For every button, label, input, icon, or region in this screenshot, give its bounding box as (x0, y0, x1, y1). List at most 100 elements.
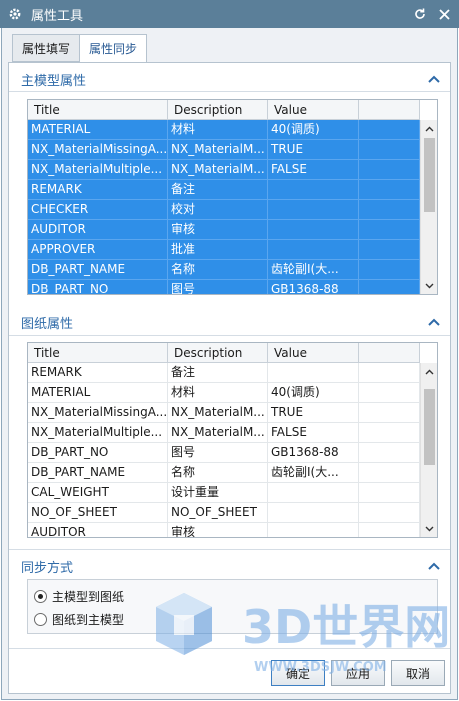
chevron-up-icon[interactable] (426, 71, 442, 87)
table-row[interactable]: AUDITOR 审核 (28, 220, 420, 240)
cell-value: TRUE (268, 140, 359, 159)
radio-button-unchecked[interactable] (34, 613, 47, 626)
cell-value: 齿轮副Ⅰ(大... (268, 463, 359, 482)
cell-title: DB_PART_NAME (28, 260, 168, 279)
cell-blank (359, 240, 420, 259)
drawing-section-header[interactable]: 图纸属性 (9, 309, 450, 335)
close-icon[interactable] (435, 5, 453, 23)
cell-value: 40(调质) (268, 120, 359, 139)
column-value[interactable]: Value (268, 343, 359, 363)
cell-description: 图号 (168, 280, 268, 294)
cell-value: GB1368-88 (268, 443, 359, 462)
apply-button[interactable]: 应用 (331, 660, 385, 686)
column-description[interactable]: Description (168, 343, 268, 363)
table-row[interactable]: MATERIAL 材料 40(调质) (28, 120, 420, 140)
cell-value (268, 483, 359, 502)
scroll-thumb[interactable] (424, 389, 435, 465)
cell-value (268, 523, 359, 537)
radio-button-checked[interactable] (34, 590, 47, 603)
cell-blank (359, 403, 420, 422)
table-row[interactable]: REMARK 备注 (28, 180, 420, 200)
reset-icon[interactable] (411, 5, 429, 23)
cell-blank (359, 503, 420, 522)
column-value[interactable]: Value (268, 100, 359, 120)
cell-description: 材料 (168, 120, 268, 139)
master-scrollbar[interactable] (420, 120, 437, 294)
cell-description: NX_MaterialM... (168, 423, 268, 442)
scroll-down-icon[interactable] (421, 520, 437, 537)
cell-title: AUDITOR (28, 523, 168, 537)
table-row[interactable]: CHECKER 校对 (28, 200, 420, 220)
cell-value: GB1368-88 (268, 280, 359, 294)
table-row[interactable]: DB_PART_NO 图号 GB1368-88 (28, 443, 420, 463)
cell-title: NX_MaterialMultiple... (28, 423, 168, 442)
table-row[interactable]: DB_PART_NO 图号 GB1368-88 (28, 280, 420, 294)
cell-blank (359, 523, 420, 537)
cell-blank (359, 280, 420, 294)
table-row[interactable]: NX_MaterialMissingA... NX_MaterialM... TRU… (28, 140, 420, 160)
column-blank (359, 100, 420, 120)
cell-title: DB_PART_NAME (28, 463, 168, 482)
table-row[interactable]: DB_PART_NAME 名称 齿轮副Ⅰ(大... (28, 260, 420, 280)
scroll-thumb[interactable] (424, 138, 435, 212)
cell-description: 审核 (168, 220, 268, 239)
cell-title: CAL_WEIGHT (28, 483, 168, 502)
sync-section-header[interactable]: 同步方式 (9, 553, 450, 579)
column-blank (359, 343, 420, 363)
cancel-button[interactable]: 取消 (391, 660, 445, 686)
cell-title: MATERIAL (28, 383, 168, 402)
drawing-section-title: 图纸属性 (21, 316, 74, 332)
radio-label: 图纸到主模型 (52, 613, 125, 627)
table-row[interactable]: DB_PART_NAME 名称 齿轮副Ⅰ(大... (28, 463, 420, 483)
title-bar: 属性工具 (0, 0, 459, 28)
cell-blank (359, 120, 420, 139)
cell-title: AUDITOR (28, 220, 168, 239)
table-row[interactable]: NX_MaterialMissingA... NX_MaterialM... TRU… (28, 403, 420, 423)
ok-button[interactable]: 确定 (271, 660, 325, 686)
drawing-scrollbar[interactable] (420, 363, 437, 537)
cell-value: 40(调质) (268, 383, 359, 402)
table-row[interactable]: REMARK 备注 (28, 363, 420, 383)
cell-value: TRUE (268, 403, 359, 422)
divider (9, 91, 450, 92)
column-title[interactable]: Title (28, 343, 168, 363)
cell-title: REMARK (28, 363, 168, 382)
chevron-up-icon[interactable] (426, 314, 442, 330)
cell-blank (359, 383, 420, 402)
scroll-up-icon[interactable] (421, 363, 437, 380)
radio-drawing-to-master[interactable]: 图纸到主模型 (34, 611, 124, 628)
cell-value (268, 200, 359, 219)
table-row[interactable]: APPROVER 批准 (28, 240, 420, 260)
cell-description: 批准 (168, 240, 268, 259)
cell-title: NO_OF_SHEET (28, 503, 168, 522)
table-row[interactable]: NO_OF_SHEET NO_OF_SHEET (28, 503, 420, 523)
table-row[interactable]: CAL_WEIGHT 设计重量 (28, 483, 420, 503)
cell-title: NX_MaterialMultiple... (28, 160, 168, 179)
tab-attribute-fill[interactable]: 属性填写 (12, 34, 81, 62)
cell-blank (359, 423, 420, 442)
tab-attribute-sync[interactable]: 属性同步 (79, 34, 148, 63)
chevron-up-icon[interactable] (426, 558, 442, 574)
cell-title: MATERIAL (28, 120, 168, 139)
scroll-down-icon[interactable] (421, 277, 437, 294)
table-row[interactable]: NX_MaterialMultiple... NX_MaterialM... FAL… (28, 423, 420, 443)
cell-title: NX_MaterialMissingA... (28, 403, 168, 422)
cell-value: 齿轮副Ⅰ(大... (268, 260, 359, 279)
column-title[interactable]: Title (28, 100, 168, 120)
column-description[interactable]: Description (168, 100, 268, 120)
table-row[interactable]: MATERIAL 材料 40(调质) (28, 383, 420, 403)
tab-pane: 主模型属性 Title Description Value MATERIAL 材料… (8, 62, 451, 694)
table-row[interactable]: NX_MaterialMultiple... NX_MaterialM... FAL… (28, 160, 420, 180)
table-header: Title Description Value (28, 100, 420, 120)
radio-master-to-drawing[interactable]: 主模型到图纸 (34, 588, 124, 605)
cell-blank (359, 160, 420, 179)
scroll-up-icon[interactable] (421, 120, 437, 137)
radio-label: 主模型到图纸 (52, 590, 125, 604)
master-section-header[interactable]: 主模型属性 (9, 66, 450, 92)
cell-value (268, 363, 359, 382)
cell-value (268, 180, 359, 199)
cell-value (268, 503, 359, 522)
table-row[interactable]: AUDITOR 审核 (28, 523, 420, 537)
cell-description: 备注 (168, 363, 268, 382)
cell-value: FALSE (268, 160, 359, 179)
